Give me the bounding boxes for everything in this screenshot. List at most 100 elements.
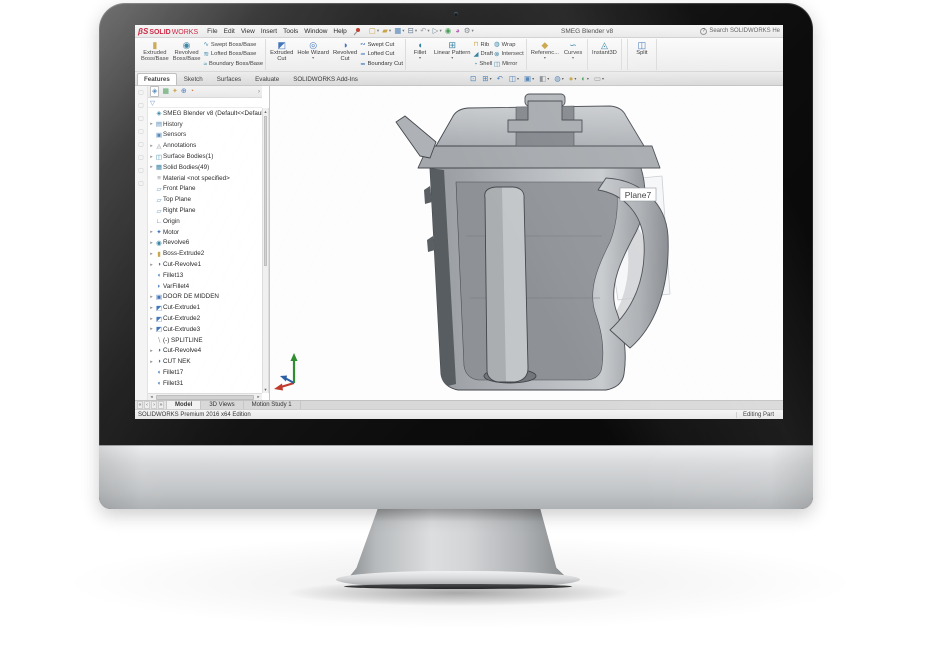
rib-button[interactable]: ⊓ Rib bbox=[473, 40, 493, 49]
select-icon[interactable]: ▷ ▾ bbox=[433, 27, 442, 35]
undo-icon[interactable]: ↶ ▾ bbox=[420, 27, 430, 35]
menu-item[interactable]: View bbox=[238, 28, 258, 35]
edit-appearance-icon[interactable]: ◕ bbox=[455, 27, 461, 35]
apply-scene-icon[interactable]: ◐ ▾ bbox=[581, 74, 589, 83]
expand-arrow-icon[interactable]: ▸ bbox=[148, 154, 155, 160]
expand-arrow-icon[interactable]: ▸ bbox=[148, 316, 155, 322]
hide-show-items-icon[interactable]: ◍ ▾ bbox=[554, 74, 564, 83]
document-tab[interactable]: 3D Views bbox=[201, 401, 243, 409]
menu-item[interactable]: Insert bbox=[258, 28, 280, 35]
boundary-cut-button[interactable]: ≂ Boundary Cut bbox=[360, 60, 403, 69]
swept-cut-button[interactable]: ∾ Swept Cut bbox=[360, 40, 403, 49]
display-style-icon[interactable]: ◧ ▾ bbox=[539, 74, 549, 83]
options-icon[interactable]: ⚙ ▾ bbox=[464, 27, 474, 35]
expand-arrow-icon[interactable]: ▸ bbox=[148, 348, 155, 354]
tree-item[interactable]: ▸ ▤ History bbox=[148, 119, 262, 130]
side-toolbar-icon[interactable]: ▢ bbox=[138, 90, 144, 96]
tree-item[interactable]: ◖ Fillet17 bbox=[148, 367, 262, 378]
zoom-to-fit-icon[interactable]: ⊡ bbox=[470, 74, 477, 83]
open-icon[interactable]: ▰ ▾ bbox=[382, 27, 391, 35]
side-toolbar-icon[interactable]: ▢ bbox=[138, 129, 144, 135]
scrollbar-thumb[interactable] bbox=[156, 395, 254, 400]
document-tab[interactable]: Motion Study 1 bbox=[244, 401, 301, 409]
split-button[interactable]: ◫ Split bbox=[630, 39, 654, 70]
menu-item[interactable]: Tools bbox=[280, 28, 301, 35]
linear-pattern-button[interactable]: ⊞ Linear Pattern ▾ bbox=[432, 39, 472, 70]
featuremanager-tree-tab[interactable]: ◈ bbox=[150, 86, 159, 97]
view-orientation-icon[interactable]: ▣ ▾ bbox=[524, 74, 534, 83]
fillet-button[interactable]: ◖ Fillet ▾ bbox=[408, 39, 432, 70]
displaymanager-tab[interactable]: ◔ bbox=[190, 87, 194, 96]
view-settings-icon[interactable]: ▭ ▾ bbox=[594, 74, 604, 83]
tree-item[interactable]: ▸ ◬ Annotations bbox=[148, 140, 262, 151]
menu-item[interactable]: File bbox=[204, 28, 220, 35]
tab-nav-arrow-icon[interactable]: › bbox=[151, 401, 157, 409]
tree-item[interactable]: ◈ SMEG Blender v8 (Default<<Default>_Dis bbox=[148, 108, 262, 119]
expand-arrow-icon[interactable]: ▸ bbox=[148, 326, 155, 332]
tree-item[interactable]: ▱ Front Plane bbox=[148, 184, 262, 195]
menu-item[interactable]: Edit bbox=[221, 28, 238, 35]
mirror-button[interactable]: ◫ Mirror bbox=[494, 60, 524, 69]
tab-nav-arrow-icon[interactable]: » bbox=[158, 401, 164, 409]
document-tab[interactable]: Model bbox=[167, 401, 201, 409]
tree-item[interactable]: ≡ Material <not specified> bbox=[148, 173, 262, 184]
side-toolbar-icon[interactable]: ▢ bbox=[138, 155, 144, 161]
expand-arrow-icon[interactable]: ▸ bbox=[148, 359, 155, 365]
extruded-cut-button[interactable]: ◩ Extruded Cut bbox=[268, 39, 295, 70]
tab-nav-arrow-icon[interactable]: ‹ bbox=[144, 401, 150, 409]
configurationmanager-tab[interactable]: ✦ bbox=[172, 87, 178, 96]
new-document-icon[interactable]: ▢ ▾ bbox=[369, 27, 379, 35]
tree-item[interactable]: ▸ ◑ Cut-Revolve4 bbox=[148, 346, 262, 357]
tree-item[interactable]: ▱ Right Plane bbox=[148, 205, 262, 216]
dimxpertmanager-tab[interactable]: ⊕ bbox=[181, 87, 187, 96]
panel-tab-overflow-icon[interactable]: › bbox=[258, 89, 260, 95]
tree-item[interactable]: ▸ ◩ Cut-Extrude1 bbox=[148, 302, 262, 313]
edit-appearance-icon[interactable]: ● ▾ bbox=[569, 74, 577, 83]
expand-arrow-icon[interactable]: ▸ bbox=[148, 143, 155, 149]
pin-icon[interactable] bbox=[353, 27, 361, 36]
search-input[interactable]: Search SOLIDWORKS He bbox=[709, 28, 780, 34]
rebuild-icon[interactable]: ◉ bbox=[445, 27, 453, 35]
tree-item[interactable]: ▣ Sensors bbox=[148, 130, 262, 141]
extruded-boss-base-button[interactable]: ▮ Extruded Boss/Base bbox=[139, 39, 171, 70]
hole-wizard-button[interactable]: ◎ Hole Wizard ▾ bbox=[295, 39, 331, 70]
reference-geometry-button[interactable]: ◆ Referenc... ▾ bbox=[529, 39, 561, 70]
lofted-cut-button[interactable]: ≃ Lofted Cut bbox=[360, 50, 403, 59]
tree-item[interactable]: ∖ (-) SPLITLINE bbox=[148, 335, 262, 346]
zoom-to-area-icon[interactable]: ⊞ ▾ bbox=[482, 74, 491, 83]
commandmanager-tab[interactable]: Features bbox=[137, 73, 177, 85]
scroll-down-icon[interactable]: ▾ bbox=[263, 386, 268, 393]
revolved-boss-base-button[interactable]: ◉ Revolved Boss/Base bbox=[171, 39, 203, 70]
expand-arrow-icon[interactable]: ▸ bbox=[148, 251, 155, 257]
tree-item[interactable]: ◗ VarFillet4 bbox=[148, 281, 262, 292]
instant3d-button[interactable]: ◬ Instant3D bbox=[590, 39, 619, 70]
tree-item[interactable]: ◖ Fillet31 bbox=[148, 378, 262, 389]
expand-arrow-icon[interactable]: ▸ bbox=[148, 262, 155, 268]
expand-arrow-icon[interactable]: ▸ bbox=[148, 305, 155, 311]
curves-button[interactable]: ∽ Curves ▾ bbox=[561, 39, 585, 70]
expand-arrow-icon[interactable]: ▸ bbox=[148, 294, 155, 300]
tree-item[interactable]: ▸ ◩ Cut-Extrude3 bbox=[148, 324, 262, 335]
blender-3d-model[interactable]: Plane7 bbox=[270, 86, 783, 400]
previous-view-icon[interactable]: ↶ bbox=[497, 74, 504, 83]
scrollbar-thumb[interactable] bbox=[264, 116, 267, 266]
tree-item[interactable]: ▸ ✦ Motor bbox=[148, 227, 262, 238]
menu-item[interactable]: Help bbox=[330, 28, 349, 35]
expand-arrow-icon[interactable]: ▸ bbox=[148, 240, 155, 246]
tree-item[interactable]: ▱ Top Plane bbox=[148, 194, 262, 205]
propertymanager-tab[interactable]: ▦ bbox=[162, 87, 169, 96]
side-toolbar-icon[interactable]: ▢ bbox=[138, 103, 144, 109]
commandmanager-tab[interactable]: Surfaces bbox=[210, 73, 248, 85]
save-icon[interactable]: ▦ ▾ bbox=[394, 27, 404, 35]
lofted-boss-base-button[interactable]: ≋ Lofted Boss/Base bbox=[203, 50, 263, 59]
commandmanager-tab[interactable]: Evaluate bbox=[248, 73, 286, 85]
tree-item[interactable]: ∟ Origin bbox=[148, 216, 262, 227]
menu-item[interactable]: Window bbox=[301, 28, 330, 35]
commandmanager-tab[interactable]: SOLIDWORKS Add-Ins bbox=[286, 73, 365, 85]
tree-item[interactable]: ◖ Fillet13 bbox=[148, 270, 262, 281]
print-icon[interactable]: ⊟ ▾ bbox=[408, 27, 418, 35]
tab-nav-arrow-icon[interactable]: « bbox=[137, 401, 143, 409]
graphics-viewport[interactable]: Plane7 bbox=[270, 86, 783, 400]
side-toolbar-icon[interactable]: ▢ bbox=[138, 168, 144, 174]
commandmanager-tab[interactable]: Sketch bbox=[177, 73, 210, 85]
